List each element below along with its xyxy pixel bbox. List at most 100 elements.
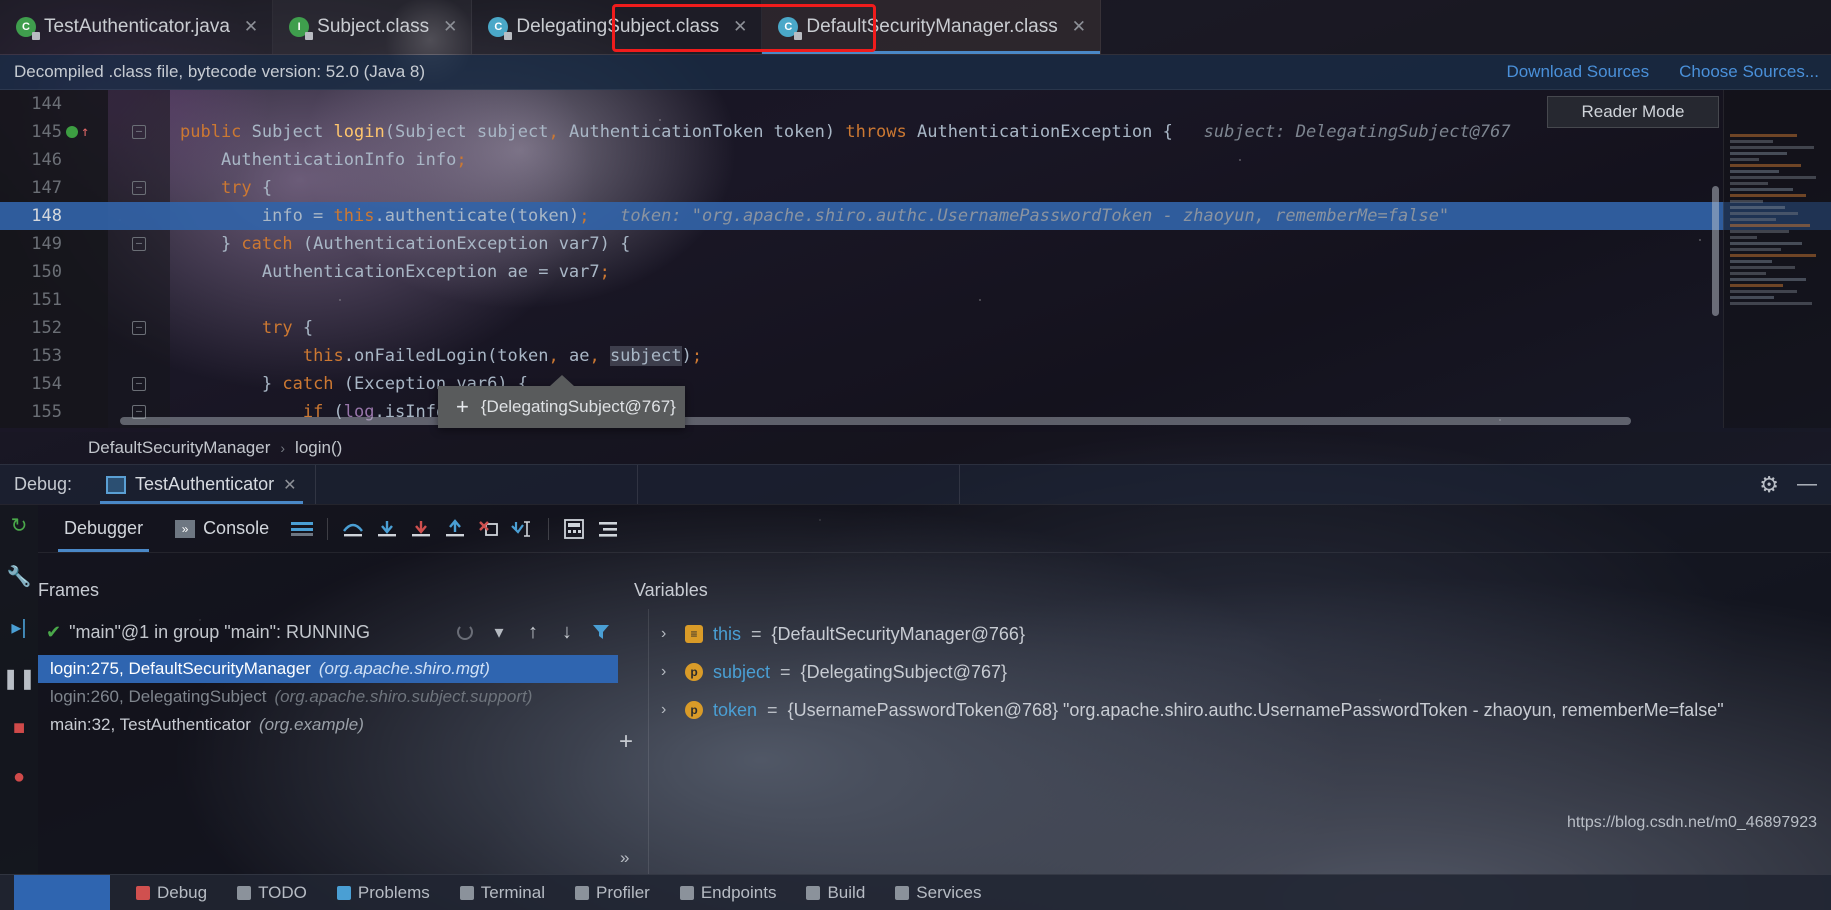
pane-splitter[interactable]: +	[618, 609, 634, 874]
rerun-icon[interactable]: ↻	[11, 513, 28, 538]
chevron-right-icon[interactable]: ›	[661, 625, 675, 643]
close-icon[interactable]: ✕	[733, 17, 747, 37]
code-text: try {	[170, 178, 272, 198]
fold-marker[interactable]: –	[108, 377, 170, 391]
close-icon[interactable]: ✕	[443, 17, 457, 37]
download-sources-link[interactable]: Download Sources	[1506, 62, 1649, 82]
resume-program-icon[interactable]: ▸|	[11, 615, 26, 640]
code-line[interactable]: 154– } catch (Exception var6) {	[0, 370, 1831, 398]
move-down-icon[interactable]: ↓	[550, 621, 584, 644]
choose-sources-link[interactable]: Choose Sources...	[1679, 62, 1819, 82]
expand-frames-dots[interactable]: »	[620, 848, 629, 868]
minimap-line	[1730, 218, 1776, 221]
status-bar-item-profiler[interactable]: Profiler	[574, 883, 650, 903]
chevron-right-icon[interactable]: ›	[661, 701, 675, 719]
tab-debugger[interactable]: Debugger	[48, 505, 159, 552]
fold-collapse-icon[interactable]: –	[132, 321, 146, 335]
fold-marker[interactable]: –	[108, 181, 170, 195]
fold-collapse-icon[interactable]: –	[132, 125, 146, 139]
layout-icon[interactable]	[285, 505, 319, 552]
step-into-icon[interactable]	[370, 505, 404, 552]
gutter-marks[interactable]: ↑	[62, 124, 108, 140]
status-bar-item-todo[interactable]: TODO	[237, 883, 307, 903]
editor-minimap[interactable]	[1723, 90, 1831, 428]
status-bar-item-debug[interactable]: Debug	[136, 883, 207, 903]
reader-mode-button[interactable]: Reader Mode	[1547, 96, 1719, 128]
close-icon[interactable]: ✕	[244, 17, 258, 37]
fold-marker[interactable]: –	[108, 237, 170, 251]
frame-row[interactable]: login:275, DefaultSecurityManager (org.ap…	[38, 655, 618, 683]
close-icon[interactable]: ✕	[1072, 17, 1086, 37]
fold-collapse-icon[interactable]: –	[132, 377, 146, 391]
breadcrumb-method[interactable]: login()	[295, 438, 342, 458]
implementation-arrow-icon[interactable]: ↑	[81, 124, 89, 140]
step-out-icon[interactable]	[438, 505, 472, 552]
line-number: 153	[31, 346, 62, 366]
drop-frame-icon[interactable]	[472, 505, 506, 552]
code-line[interactable]: 151	[0, 286, 1831, 314]
fold-collapse-icon[interactable]: –	[132, 181, 146, 195]
force-step-into-icon[interactable]	[404, 505, 438, 552]
editor-tab-label: DefaultSecurityManager.class	[806, 16, 1058, 37]
status-bar-item-label: Problems	[357, 882, 430, 902]
close-session-icon[interactable]: ✕	[283, 475, 296, 495]
run-to-cursor-icon[interactable]	[506, 505, 540, 552]
minimize-icon[interactable]: —	[1797, 473, 1817, 496]
settings-lines-icon[interactable]	[591, 505, 625, 552]
frame-row[interactable]: main:32, TestAuthenticator (org.example)	[38, 711, 618, 739]
code-line[interactable]: 146 AuthenticationInfo info;	[0, 146, 1831, 174]
code-line[interactable]: 149 – } catch (AuthenticationException va…	[0, 230, 1831, 258]
code-line[interactable]: 152 – try {	[0, 314, 1831, 342]
fold-collapse-icon[interactable]: –	[132, 237, 146, 251]
status-bar-item-label: Debug	[157, 882, 208, 902]
gear-icon[interactable]: ⚙	[1759, 472, 1779, 498]
editor-tab-3[interactable]: C DefaultSecurityManager.class ✕	[762, 0, 1101, 54]
add-watch-plus-icon[interactable]: +	[619, 728, 633, 756]
tab-console[interactable]: » Console	[159, 505, 285, 552]
fold-marker[interactable]: –	[108, 125, 170, 139]
pause-program-icon[interactable]: ❚❚	[2, 666, 36, 691]
status-bar-item-build[interactable]: Build	[806, 883, 865, 903]
fold-marker[interactable]: –	[108, 321, 170, 335]
editor-horizontal-scrollbar[interactable]	[120, 417, 1631, 425]
breadcrumb-class[interactable]: DefaultSecurityManager	[88, 438, 270, 458]
code-editor[interactable]: 144 145 ↑ – public Subject login(Subject sub…	[0, 90, 1831, 428]
thread-selector[interactable]: ✔ "main"@1 in group "main": RUNNING	[46, 622, 448, 643]
code-line[interactable]: 147 – try {	[0, 174, 1831, 202]
debug-value-tooltip[interactable]: + {DelegatingSubject@767}	[438, 375, 685, 428]
frame-row[interactable]: login:260, DelegatingSubject (org.apache.…	[38, 683, 618, 711]
code-line[interactable]: 148 info = this.authenticate(token); tok…	[0, 202, 1831, 230]
code-line[interactable]: 153 this.onFailedLogin(token, ae, subjec…	[0, 342, 1831, 370]
debug-session-tab[interactable]: TestAuthenticator ✕	[92, 465, 310, 504]
status-bar-item-endpoints[interactable]: Endpoints	[679, 883, 776, 903]
filter-icon[interactable]	[584, 623, 618, 641]
variable-row[interactable]: › p token = {UsernamePasswordToken@768} "o…	[649, 691, 1831, 729]
editor-vertical-scrollbar[interactable]	[1712, 186, 1719, 316]
evaluate-expression-icon[interactable]	[557, 505, 591, 552]
expand-plus-icon[interactable]: +	[456, 394, 469, 420]
variable-row[interactable]: › p subject = {DelegatingSubject@767}	[649, 653, 1831, 691]
status-bar: Debug TODO Problems Terminal Profiler Endpoin…	[0, 874, 1831, 910]
terminal-icon	[459, 885, 474, 900]
status-bar-item-services[interactable]: Services	[895, 883, 981, 903]
line-number: 150	[31, 262, 62, 282]
view-breakpoints-icon[interactable]: ●	[13, 766, 25, 789]
wrench-icon[interactable]: 🔧	[7, 564, 32, 589]
editor-tab-0[interactable]: C TestAuthenticator.java ✕	[0, 0, 274, 54]
stop-icon[interactable]: ■	[13, 717, 25, 740]
editor-tab-2[interactable]: C DelegatingSubject.class ✕	[472, 0, 763, 54]
frames-pane-header: Frames	[38, 580, 100, 600]
chevron-right-icon[interactable]: ›	[661, 663, 675, 681]
chevron-down-icon[interactable]: ▾	[482, 622, 516, 643]
variable-row[interactable]: › ≡ this = {DefaultSecurityManager@766}	[649, 615, 1831, 653]
run-configuration-icon	[106, 475, 127, 494]
breakpoint-hit-icon[interactable]	[66, 126, 78, 138]
debug-session-name: TestAuthenticator	[135, 474, 275, 494]
move-up-icon[interactable]: ↑	[516, 621, 550, 644]
status-bar-item-problems[interactable]: Problems	[336, 882, 430, 903]
editor-tab-1[interactable]: I Subject.class ✕	[273, 0, 473, 54]
step-over-icon[interactable]	[336, 505, 370, 552]
code-line[interactable]: 150 AuthenticationException ae = var7;	[0, 258, 1831, 286]
status-bar-item-terminal[interactable]: Terminal	[459, 883, 545, 903]
